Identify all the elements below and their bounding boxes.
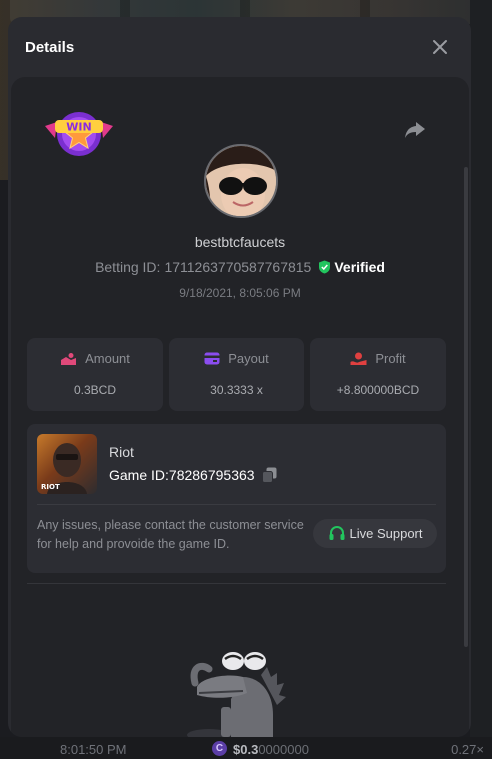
betting-id-label: Betting ID: [95, 259, 161, 275]
stat-profit-header: Profit [310, 351, 446, 366]
stat-payout: Payout 30.3333 x [169, 338, 304, 411]
background-side-strip [470, 0, 492, 759]
stat-payout-header: Payout [169, 351, 304, 366]
stat-profit-label: Profit [375, 351, 406, 366]
card-divider [37, 504, 436, 505]
stat-amount-header: Amount [27, 351, 163, 366]
support-text: Any issues, please contact the customer … [37, 518, 304, 551]
coin-icon: C [212, 741, 227, 756]
username[interactable]: bestbtcfaucets [11, 234, 469, 250]
dialog-title: Details [25, 39, 75, 56]
profit-icon [350, 352, 367, 365]
background-bet-multiplier: 0.27× [451, 742, 484, 757]
win-badge-text: WIN [66, 121, 91, 134]
live-support-button[interactable]: Live Support [313, 519, 437, 548]
game-name[interactable]: Riot [109, 444, 134, 460]
bet-datetime: 9/18/2021, 8:05:06 PM [179, 286, 301, 300]
dialog-scroll-area[interactable]: WIN bestbtcfaucets Betting ID: 171126377… [8, 77, 471, 737]
verified-label: Verified [334, 259, 385, 275]
game-card: RIOT Riot Game ID: 78286795363 Any issue… [27, 424, 446, 573]
stat-payout-label: Payout [228, 351, 269, 366]
stat-payout-value: 30.3333 x [210, 383, 263, 397]
background-bet-row: 8:01:50 PM C $0.30000000 0.27× [0, 737, 492, 759]
win-badge-icon: WIN [43, 104, 115, 160]
details-dialog: Details WIN bestbtcfaucets Betting ID: 1… [8, 17, 471, 737]
game-id-value: 78286795363 [168, 467, 255, 483]
game-thumbnail[interactable]: RIOT [37, 434, 97, 494]
crocodile-mascot-icon [181, 647, 291, 737]
background-bet-time: 8:01:50 PM [60, 742, 127, 757]
copy-icon[interactable] [261, 467, 277, 483]
game-id-row: Game ID: 78286795363 [109, 467, 277, 483]
stat-profit-value: +8.800000BCD [336, 383, 420, 397]
verified-shield-icon [319, 260, 331, 274]
stat-profit: Profit +8.800000BCD [310, 338, 446, 411]
live-support-label: Live Support [349, 526, 423, 541]
section-divider [27, 583, 446, 584]
scrollbar[interactable] [464, 167, 468, 647]
stat-amount-value: 0.3BCD [73, 383, 117, 397]
game-thumbnail-text: RIOT [41, 483, 60, 491]
game-thumbnail-icon: RIOT [41, 443, 87, 494]
payout-icon [204, 352, 220, 365]
stat-amount: Amount 0.3BCD [27, 338, 163, 411]
stat-amount-label: Amount [85, 351, 130, 366]
close-icon[interactable] [430, 37, 450, 57]
bet-details-panel: WIN bestbtcfaucets Betting ID: 171126377… [11, 77, 469, 737]
user-photo-icon [206, 146, 276, 216]
background-bet-amount-main: $0.3 [233, 742, 259, 757]
betting-id-value: 1711263770587767815 [164, 259, 312, 275]
share-icon[interactable] [403, 120, 427, 140]
background-bet-amount: $0.30000000 [233, 742, 309, 757]
betting-id-row: Betting ID: 1711263770587767815 Verified [11, 259, 469, 275]
verified-badge: Verified [318, 259, 385, 275]
avatar[interactable] [204, 144, 278, 218]
game-id-label: Game ID: [109, 467, 169, 483]
amount-icon [61, 352, 77, 365]
background-bet-amount-dim: 0000000 [258, 742, 309, 757]
headset-icon [329, 525, 344, 540]
